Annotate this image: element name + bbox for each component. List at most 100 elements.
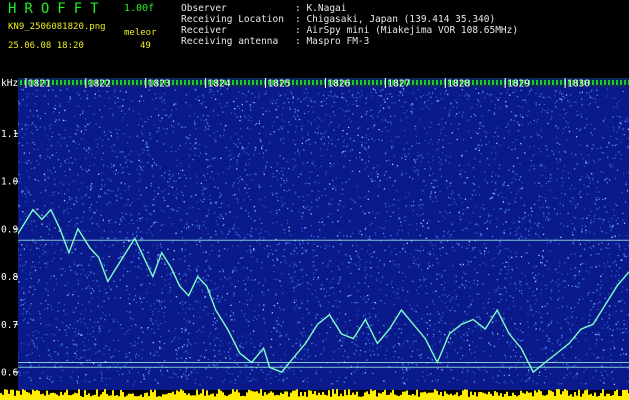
noise-dot xyxy=(117,321,119,323)
noise-dot xyxy=(565,94,568,96)
noise-dot xyxy=(140,118,142,120)
noise-dot xyxy=(476,272,478,274)
noise-dot xyxy=(76,354,78,356)
noise-dot xyxy=(497,135,499,137)
noise-dot xyxy=(428,93,430,95)
noise-dot xyxy=(549,174,552,176)
noise-dot xyxy=(436,200,438,202)
noise-dot xyxy=(102,312,104,314)
noise-dot xyxy=(110,288,112,290)
noise-dot xyxy=(513,120,515,122)
noise-dot xyxy=(414,170,417,173)
noise-dot xyxy=(257,364,259,366)
noise-dot xyxy=(137,372,139,374)
noise-dot xyxy=(472,167,475,169)
noise-dot xyxy=(271,176,274,178)
noise-dot xyxy=(134,243,136,245)
noise-dot xyxy=(202,94,204,96)
noise-dot xyxy=(280,309,282,311)
noise-dot xyxy=(270,377,272,379)
noise-dot xyxy=(178,207,180,209)
noise-dot xyxy=(514,90,516,92)
noise-dot xyxy=(184,242,186,244)
noise-dot xyxy=(260,140,262,142)
noise-dot xyxy=(231,310,233,312)
noise-dot xyxy=(33,343,35,345)
noise-dot xyxy=(374,89,376,91)
noise-dot xyxy=(589,95,591,97)
noise-dot xyxy=(188,374,190,376)
noise-dot xyxy=(366,337,368,339)
noise-dot xyxy=(228,342,230,344)
noise-dot xyxy=(53,257,55,259)
noise-dot xyxy=(162,197,165,199)
noise-dot xyxy=(196,147,199,150)
noise-dot xyxy=(399,328,401,330)
noise-dot xyxy=(53,288,55,291)
noise-dot xyxy=(65,233,67,235)
noise-dot xyxy=(209,253,211,256)
noise-dot xyxy=(215,288,217,290)
noise-dot xyxy=(54,351,56,353)
noise-dot xyxy=(234,113,236,115)
noise-dot xyxy=(117,136,119,139)
noise-dot xyxy=(416,289,418,292)
noise-dot xyxy=(116,156,118,158)
noise-dot xyxy=(468,344,471,346)
noise-dot xyxy=(78,264,80,266)
noise-dot xyxy=(415,340,417,342)
noise-dot xyxy=(293,301,296,303)
noise-dot xyxy=(421,318,423,320)
noise-dot xyxy=(217,187,219,189)
noise-dot xyxy=(507,122,509,124)
noise-dot xyxy=(365,226,367,229)
noise-dot xyxy=(378,129,380,131)
noise-dot xyxy=(483,379,485,381)
noise-dot xyxy=(19,181,21,183)
noise-dot xyxy=(140,178,142,180)
noise-dot xyxy=(437,220,440,223)
noise-dot xyxy=(291,279,293,281)
noise-dot xyxy=(417,293,419,295)
noise-dot xyxy=(347,104,349,106)
noise-dot xyxy=(305,335,307,337)
noise-dot xyxy=(357,105,360,107)
info-key: Observer xyxy=(181,3,227,14)
noise-dot xyxy=(412,178,414,180)
noise-dot xyxy=(612,329,614,331)
noise-dot xyxy=(521,182,524,184)
noise-dot xyxy=(417,257,419,259)
noise-dot xyxy=(234,379,237,381)
noise-dot xyxy=(243,303,246,305)
noise-dot xyxy=(128,153,130,156)
noise-dot xyxy=(581,317,584,319)
noise-dot xyxy=(297,279,300,281)
noise-dot xyxy=(314,355,317,357)
noise-dot xyxy=(32,293,34,296)
noise-dot xyxy=(389,93,391,95)
noise-dot xyxy=(229,211,231,213)
noise-dot xyxy=(42,211,44,213)
noise-dot xyxy=(342,341,344,343)
noise-dot xyxy=(610,354,612,356)
noise-dot xyxy=(89,209,91,211)
noise-dot xyxy=(67,207,69,209)
noise-dot xyxy=(618,280,620,283)
noise-dot xyxy=(270,185,272,187)
noise-dot xyxy=(365,343,367,345)
noise-dot xyxy=(620,158,622,160)
noise-dot xyxy=(283,121,286,123)
noise-dot xyxy=(437,148,439,150)
noise-dot xyxy=(96,351,99,353)
noise-dot xyxy=(408,266,410,268)
noise-dot xyxy=(261,107,264,109)
noise-dot xyxy=(370,109,372,111)
spectrogram-plot[interactable]: 1821 1822 1823 1824 1825 1826 1827 1828 1829 1830… xyxy=(0,78,629,400)
noise-dot xyxy=(150,182,152,185)
noise-dot xyxy=(371,222,373,225)
noise-dot xyxy=(604,266,606,268)
noise-dot xyxy=(29,272,31,274)
noise-dot xyxy=(362,210,364,213)
noise-dot xyxy=(194,123,196,126)
noise-dot xyxy=(583,248,586,250)
